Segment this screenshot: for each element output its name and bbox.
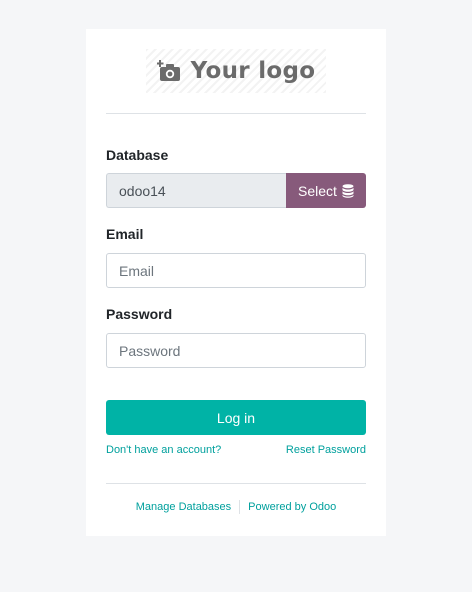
select-database-label: Select <box>298 182 337 199</box>
database-label: Database <box>106 147 169 163</box>
reset-password-link[interactable]: Reset Password <box>286 444 366 456</box>
login-card: Your logo Database odoo14 Select Email P… <box>86 29 386 536</box>
database-selector: odoo14 Select <box>106 173 366 208</box>
camera-plus-icon <box>156 60 180 81</box>
footer: Manage Databases Powered by Odoo <box>86 499 386 515</box>
database-value: odoo14 <box>119 182 166 199</box>
footer-divider <box>106 483 366 484</box>
footer-separator <box>239 500 241 514</box>
email-label: Email <box>106 226 144 242</box>
header-divider <box>106 113 366 114</box>
login-button[interactable]: Log in <box>106 400 366 435</box>
signup-link[interactable]: Don't have an account? <box>106 444 221 456</box>
database-icon <box>342 183 354 198</box>
password-label: Password <box>106 306 173 322</box>
manage-databases-link[interactable]: Manage Databases <box>136 501 231 513</box>
select-database-button[interactable]: Select <box>286 173 366 208</box>
logo-text: Your logo <box>190 58 316 84</box>
email-input[interactable] <box>106 253 366 288</box>
database-field: odoo14 <box>106 173 286 208</box>
password-input[interactable] <box>106 333 366 368</box>
powered-by-odoo-link[interactable]: Powered by Odoo <box>248 501 336 513</box>
company-logo: Your logo <box>146 49 326 93</box>
